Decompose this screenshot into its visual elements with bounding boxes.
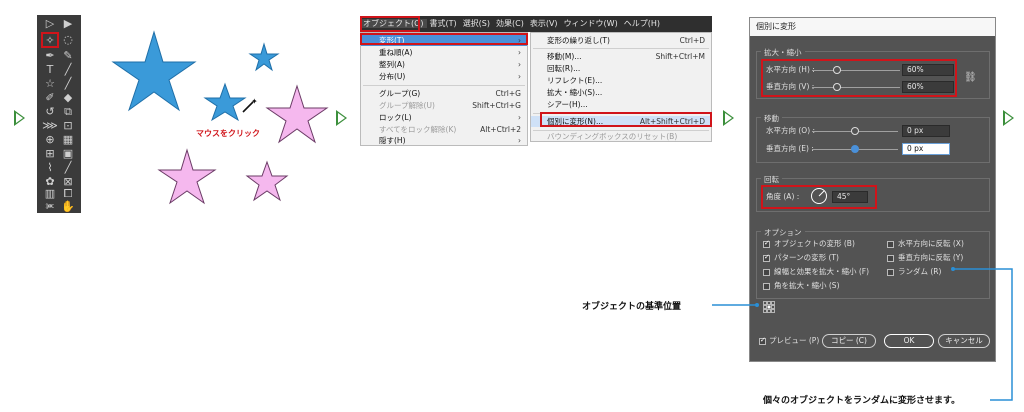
- reference-point-caption: オブジェクトの基準位置: [582, 302, 682, 312]
- random-caption: 個々のオブジェクトをランダムに変形させます。: [763, 396, 961, 406]
- callout-lines: [712, 267, 1013, 401]
- random-callout-dot: [951, 267, 955, 271]
- random-callout-line: [953, 268, 1013, 401]
- reference-point-callout-dot: [755, 303, 759, 307]
